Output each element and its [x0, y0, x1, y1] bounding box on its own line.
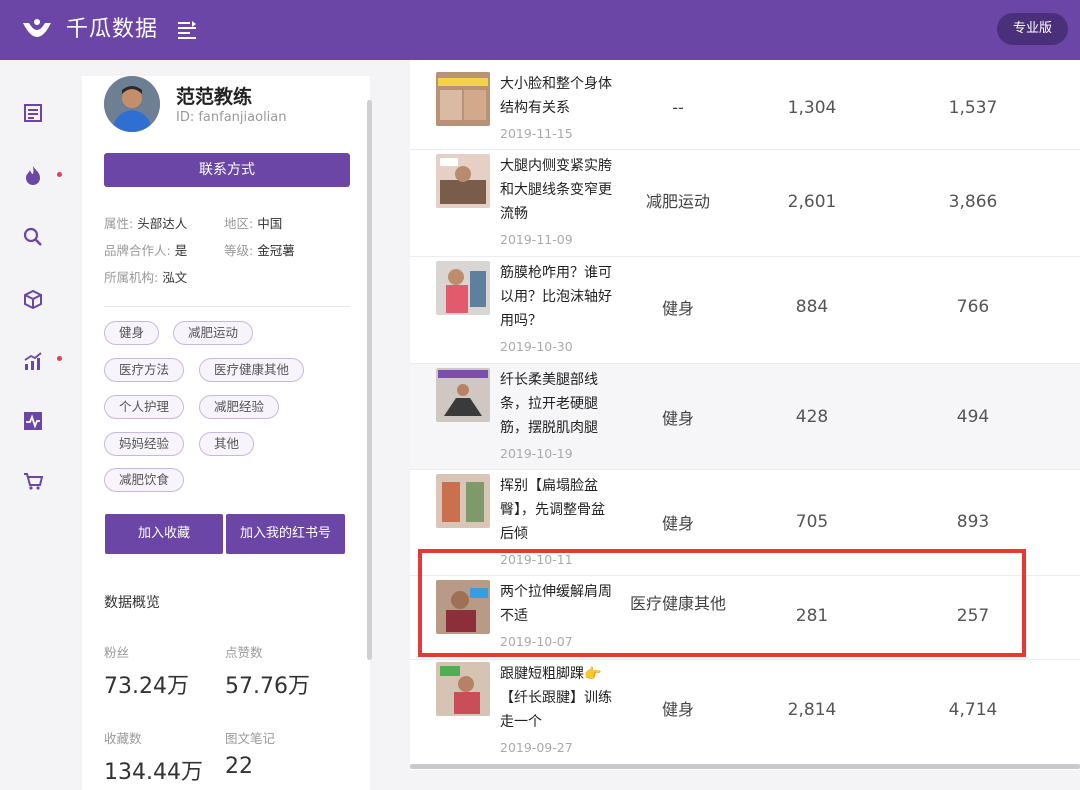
- profile-name: 范范教练: [176, 86, 253, 108]
- note-date: 2019-09-27: [500, 740, 573, 755]
- note-title[interactable]: 纤长柔美腿部线条，拉开老硬腿筋，摆脱肌肉腿: [500, 368, 618, 440]
- note-stat-2: 1,537: [948, 98, 998, 118]
- contact-button[interactable]: 联系方式: [104, 153, 350, 187]
- note-stat-1: 1,304: [787, 98, 837, 118]
- note-thumbnail: [436, 368, 490, 422]
- panel-scrollbar[interactable]: [367, 100, 372, 660]
- stat-value: 73.24万: [104, 674, 189, 699]
- note-title[interactable]: 跟腱短粗脚踝👉【纤长跟腱】训练走一个: [500, 662, 618, 734]
- table-row[interactable]: 挥别【扁塌脸盆臀】，先调整骨盆后倾 2019-10-11 健身 705 893: [410, 470, 1080, 576]
- note-thumbnail: [436, 474, 490, 528]
- tag[interactable]: 妈妈经验: [104, 432, 185, 456]
- notification-dot: [57, 172, 62, 177]
- tag[interactable]: 其他: [199, 432, 255, 456]
- note-stat-1: 428: [795, 407, 829, 427]
- note-thumbnail: [436, 261, 490, 315]
- note-date: 2019-11-09: [500, 232, 573, 247]
- note-stat-1: 2,814: [787, 700, 837, 720]
- add-redbook-button[interactable]: 加入我的红书号: [226, 514, 345, 554]
- stat-label: 粉丝: [104, 645, 130, 660]
- note-date: 2019-10-07: [500, 634, 573, 649]
- stat-label: 点赞数: [225, 645, 263, 660]
- attr-region: 地区: 中国: [224, 216, 283, 231]
- note-date: 2019-10-11: [500, 552, 573, 567]
- tag[interactable]: 医疗方法: [104, 358, 185, 382]
- note-stat-2: 766: [956, 297, 990, 317]
- note-category: 医疗健康其他: [629, 594, 726, 613]
- note-category: 健身: [661, 299, 694, 318]
- note-title[interactable]: 大腿内侧变紧实胯和大腿线条变窄更流畅: [500, 154, 618, 226]
- table-row[interactable]: 纤长柔美腿部线条，拉开老硬腿筋，摆脱肌肉腿 2019-10-19 健身 428 …: [410, 364, 1080, 470]
- note-category: 健身: [661, 700, 694, 719]
- tag[interactable]: 减肥运动: [173, 321, 254, 345]
- note-title[interactable]: 大小脸和整个身体结构有关系: [500, 72, 618, 120]
- attr-organization: 所属机构: 泓文: [104, 270, 188, 285]
- fire-icon[interactable]: [22, 164, 44, 186]
- notification-dot: [57, 356, 62, 361]
- logo-icon: [23, 19, 51, 37]
- note-stat-2: 893: [956, 512, 990, 532]
- tag[interactable]: 减肥经验: [199, 395, 280, 419]
- cart-icon[interactable]: [22, 470, 44, 492]
- stat-label: 图文笔记: [225, 731, 276, 746]
- notes-table: 大小脸和整个身体结构有关系 2019-11-15 -- 1,304 1,537 …: [410, 60, 1080, 770]
- note-stat-2: 3,866: [948, 192, 998, 212]
- table-row[interactable]: 两个拉伸缓解肩周不适 2019-10-07 医疗健康其他 281 257: [410, 576, 1080, 660]
- stat-value: 57.76万: [225, 674, 310, 699]
- note-thumbnail: [436, 72, 490, 126]
- table-row[interactable]: 筋膜枪咋用？谁可以用？比泡沫轴好用吗？ 2019-10-30 健身 884 76…: [410, 257, 1080, 364]
- menu-toggle-icon[interactable]: [176, 19, 198, 41]
- note-stat-1: 281: [795, 606, 829, 626]
- tag[interactable]: 个人护理: [104, 395, 185, 419]
- attr-type: 属性: 头部达人: [104, 216, 188, 231]
- note-date: 2019-11-15: [500, 126, 573, 141]
- brand-name: 千瓜数据: [66, 17, 159, 42]
- note-stat-1: 2,601: [787, 192, 837, 212]
- table-row[interactable]: 大小脸和整个身体结构有关系 2019-11-15 -- 1,304 1,537: [410, 60, 1080, 150]
- add-favorite-button[interactable]: 加入收藏: [105, 514, 223, 554]
- profile-panel: 范范教练 ID: fanfanjiaolian 联系方式 属性: 头部达人 地区…: [82, 76, 370, 790]
- overview-title: 数据概览: [104, 595, 160, 611]
- note-title[interactable]: 挥别【扁塌脸盆臀】，先调整骨盆后倾: [500, 474, 618, 546]
- note-stat-2: 494: [956, 407, 990, 427]
- note-stat-2: 4,714: [948, 700, 998, 720]
- note-date: 2019-10-19: [500, 446, 573, 461]
- pulse-icon[interactable]: [22, 410, 44, 432]
- tag[interactable]: 健身: [104, 321, 160, 345]
- note-thumbnail: [436, 662, 490, 716]
- stat-label: 收藏数: [104, 731, 142, 746]
- note-title[interactable]: 两个拉伸缓解肩周不适: [500, 580, 618, 628]
- document-icon[interactable]: [22, 102, 44, 124]
- note-date: 2019-10-30: [500, 339, 573, 354]
- note-stat-1: 705: [795, 512, 829, 532]
- note-stat-1: 884: [795, 297, 829, 317]
- tag[interactable]: 减肥饮食: [104, 468, 185, 492]
- note-category: 健身: [661, 514, 694, 533]
- pro-version-button[interactable]: 专业版: [996, 13, 1068, 45]
- note-category: --: [672, 98, 684, 117]
- tag[interactable]: 医疗健康其他: [199, 358, 305, 382]
- stat-value: 134.44万: [104, 760, 203, 785]
- box-icon[interactable]: [22, 288, 44, 310]
- search-icon[interactable]: [22, 226, 44, 248]
- icon-rail: [0, 60, 66, 790]
- note-thumbnail: [436, 580, 490, 634]
- note-title[interactable]: 筋膜枪咋用？谁可以用？比泡沫轴好用吗？: [500, 261, 618, 333]
- attr-level: 等级: 金冠薯: [224, 243, 295, 258]
- profile-id: ID: fanfanjiaolian: [176, 110, 287, 125]
- divider: [104, 306, 350, 307]
- note-category: 减肥运动: [645, 192, 710, 211]
- note-stat-2: 257: [956, 606, 990, 626]
- horizontal-scrollbar[interactable]: [410, 764, 1080, 769]
- avatar: [104, 76, 160, 132]
- chart-icon[interactable]: [22, 350, 44, 372]
- top-bar: 千瓜数据 专业版: [0, 0, 1080, 60]
- stat-value: 22: [225, 754, 253, 779]
- attr-brand-partner: 品牌合作人: 是: [104, 243, 188, 258]
- table-row[interactable]: 跟腱短粗脚踝👉【纤长跟腱】训练走一个 2019-09-27 健身 2,814 4…: [410, 660, 1080, 760]
- note-category: 健身: [661, 409, 694, 428]
- note-thumbnail: [436, 154, 490, 208]
- table-row[interactable]: 大腿内侧变紧实胯和大腿线条变窄更流畅 2019-11-09 减肥运动 2,601…: [410, 150, 1080, 257]
